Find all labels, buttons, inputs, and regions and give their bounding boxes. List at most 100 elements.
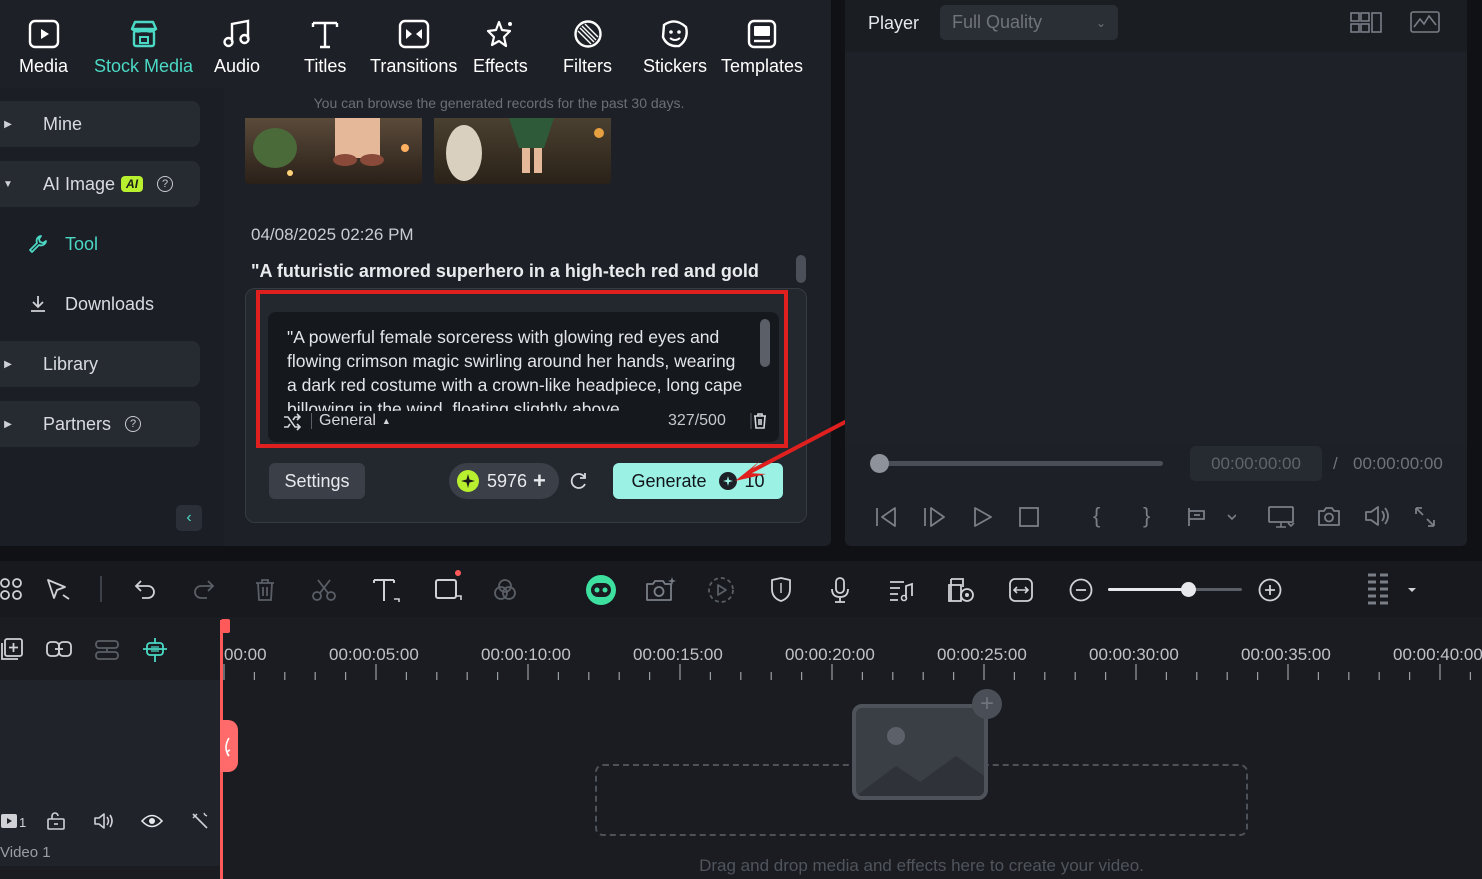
- waveform-image-icon[interactable]: [1410, 11, 1440, 33]
- zoom-out-icon[interactable]: [1069, 578, 1093, 602]
- fit-width-icon[interactable]: [1008, 577, 1034, 603]
- motion-tracking-icon[interactable]: [707, 576, 735, 604]
- sidebar-item-tool[interactable]: Tool: [0, 221, 200, 267]
- zoom-slider-fill: [1108, 588, 1188, 591]
- sidebar-item-partners[interactable]: ▶ Partners ?: [0, 401, 200, 447]
- wrench-icon: [28, 234, 50, 254]
- audio-list-icon[interactable]: [888, 578, 914, 602]
- play-icon[interactable]: [972, 506, 994, 528]
- undo-icon[interactable]: [133, 578, 157, 600]
- layout-grid-icon[interactable]: [0, 578, 24, 602]
- collapse-sidebar-button[interactable]: ‹: [176, 505, 202, 531]
- filters-icon: [568, 14, 608, 54]
- display-settings-icon[interactable]: [1268, 505, 1296, 529]
- help-icon[interactable]: ?: [125, 416, 142, 432]
- settings-button[interactable]: Settings: [269, 463, 365, 499]
- credit-coin-icon: [457, 470, 479, 492]
- microphone-icon[interactable]: [829, 576, 851, 604]
- track-volume-icon[interactable]: [93, 812, 115, 830]
- tab-audio[interactable]: Audio: [214, 14, 260, 77]
- sidebar-item-partners-label: Partners: [43, 413, 112, 434]
- tab-media-label: Media: [19, 56, 69, 76]
- track-layout-icon[interactable]: [94, 639, 120, 661]
- stop-icon[interactable]: [1018, 506, 1040, 528]
- caret-right-icon: ▶: [4, 358, 12, 370]
- settings-button-label: Settings: [284, 470, 350, 491]
- delete-icon[interactable]: [254, 578, 276, 602]
- sidebar-item-library[interactable]: ▶ Library: [0, 341, 200, 387]
- generated-thumbnail[interactable]: [434, 118, 611, 184]
- tab-audio-label: Audio: [214, 56, 261, 76]
- tab-media[interactable]: Media: [19, 14, 68, 77]
- timeline-menu-icon[interactable]: [1366, 572, 1422, 608]
- refresh-icon[interactable]: [570, 472, 588, 490]
- chevron-down-icon: ⌄: [1095, 15, 1106, 30]
- tab-titles[interactable]: Titles: [304, 14, 346, 77]
- video-preview[interactable]: [845, 52, 1467, 444]
- stickers-icon: [655, 14, 695, 54]
- playback-knob[interactable]: [870, 454, 889, 473]
- auto-reframe-icon[interactable]: [947, 577, 975, 603]
- music-note-icon: [217, 14, 257, 54]
- mark-out-icon[interactable]: }: [1143, 503, 1150, 529]
- caret-right-icon: ▶: [4, 118, 12, 130]
- video-track-icon: [0, 812, 18, 830]
- tab-stock-media[interactable]: Stock Media: [94, 14, 193, 77]
- plus-icon: +: [533, 468, 546, 493]
- ruler-label: 00:00:10:00: [481, 645, 571, 664]
- grid-layout-icon[interactable]: [1350, 12, 1382, 34]
- add-media-icon[interactable]: +: [972, 689, 1002, 719]
- generated-thumbnail[interactable]: [245, 118, 422, 184]
- ai-camera-icon[interactable]: [645, 576, 677, 604]
- sidebar-item-mine-label: Mine: [43, 113, 83, 134]
- camera-icon[interactable]: [1317, 505, 1341, 527]
- help-icon[interactable]: ?: [157, 176, 174, 192]
- image-placeholder-icon: [852, 704, 988, 800]
- ai-mate-icon[interactable]: [585, 574, 617, 606]
- playhead-top[interactable]: [221, 619, 230, 633]
- tab-templates[interactable]: Templates: [721, 14, 803, 77]
- playhead-handle[interactable]: [220, 720, 238, 772]
- magic-wand-icon[interactable]: [190, 811, 210, 831]
- magnet-snap-icon[interactable]: [142, 637, 168, 663]
- tab-stickers[interactable]: Stickers: [643, 14, 707, 77]
- tab-transitions[interactable]: Transitions: [370, 14, 457, 77]
- sidebar-item-ai-image[interactable]: ▼ AI Image AI ?: [0, 161, 200, 207]
- add-track-icon[interactable]: [0, 637, 24, 661]
- quality-select[interactable]: Full Quality ⌄: [940, 5, 1118, 40]
- lock-track-icon[interactable]: [46, 812, 66, 830]
- tab-effects[interactable]: Effects: [473, 14, 528, 77]
- toolbar-divider: [100, 576, 102, 602]
- credits-button[interactable]: 5976 +: [449, 463, 559, 499]
- sidebar-item-mine[interactable]: ▶ Mine: [0, 101, 200, 147]
- prev-frame-icon[interactable]: [874, 506, 898, 528]
- sidebar-item-tool-label: Tool: [65, 233, 99, 254]
- playback-progress[interactable]: [878, 461, 1163, 466]
- media-icon: [24, 14, 64, 54]
- tab-filters[interactable]: Filters: [563, 14, 612, 77]
- zoom-in-icon[interactable]: [1258, 578, 1282, 602]
- current-timecode[interactable]: 00:00:00:00: [1190, 446, 1322, 481]
- transitions-icon: [394, 14, 434, 54]
- zoom-slider-knob[interactable]: [1181, 582, 1196, 597]
- player-label: Player: [868, 13, 920, 33]
- current-timecode-value: 00:00:00:00: [1211, 453, 1301, 473]
- drop-zone-hint: Drag and drop media and effects here to …: [699, 856, 1144, 875]
- sidebar-item-downloads[interactable]: Downloads: [0, 281, 200, 327]
- crop-icon[interactable]: [434, 569, 464, 603]
- history-hint: You can browse the generated records for…: [313, 95, 685, 111]
- shield-icon[interactable]: [769, 577, 793, 603]
- scissors-icon[interactable]: [311, 578, 337, 602]
- next-frame-icon[interactable]: [922, 506, 946, 528]
- history-scrollbar[interactable]: [796, 255, 806, 283]
- text-tool-icon[interactable]: [372, 577, 402, 603]
- eye-icon[interactable]: [141, 813, 163, 829]
- snapshot-markers-icon[interactable]: [1186, 506, 1236, 528]
- volume-icon[interactable]: [1364, 505, 1392, 527]
- redo-icon[interactable]: [192, 578, 216, 600]
- link-icon[interactable]: [45, 639, 73, 659]
- select-pointer-icon[interactable]: [46, 578, 72, 602]
- color-icon[interactable]: [493, 578, 517, 602]
- mark-in-icon[interactable]: {: [1093, 503, 1100, 529]
- fullscreen-icon[interactable]: [1414, 506, 1436, 528]
